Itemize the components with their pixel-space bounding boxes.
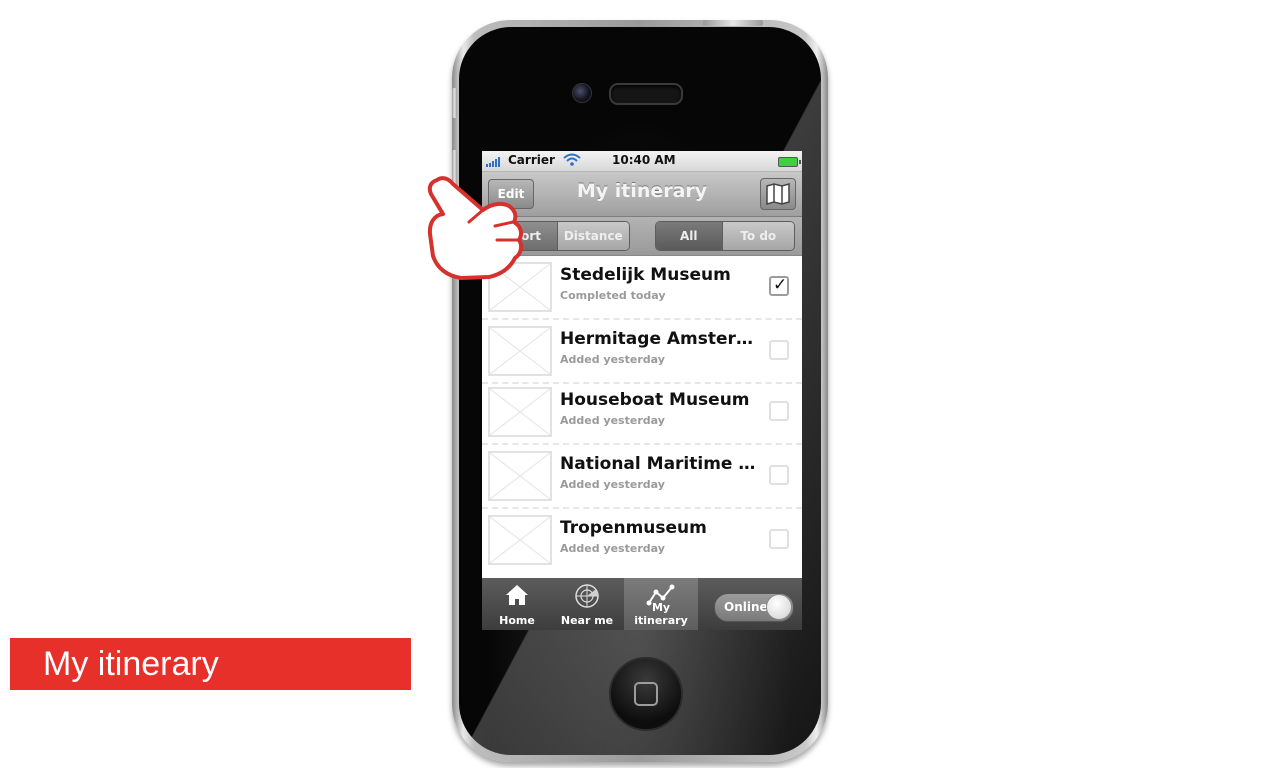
slide-label-text: My itinerary bbox=[43, 645, 219, 683]
front-camera-icon bbox=[572, 83, 592, 103]
item-subtitle: Added yesterday bbox=[560, 353, 665, 366]
item-checkbox[interactable]: ✓ bbox=[769, 275, 789, 296]
placeholder-image-icon bbox=[488, 326, 552, 376]
distance-segment[interactable]: Distance bbox=[556, 222, 629, 250]
status-time: 10:40 AM bbox=[612, 153, 676, 167]
to-do-segment[interactable]: To do bbox=[721, 222, 794, 250]
list-item[interactable]: National Maritime Museum Added yesterday bbox=[482, 445, 802, 509]
page-title: My itinerary bbox=[576, 180, 708, 202]
item-title: Stedelijk Museum bbox=[560, 265, 731, 285]
all-segment[interactable]: All bbox=[656, 222, 722, 250]
slide-label: My itinerary bbox=[10, 638, 411, 690]
mute-switch bbox=[452, 88, 457, 118]
online-toggle[interactable]: Online bbox=[714, 593, 794, 622]
battery-icon bbox=[778, 157, 801, 167]
power-button bbox=[703, 20, 763, 26]
item-subtitle: Added yesterday bbox=[560, 542, 665, 555]
carrier-name: Carrier bbox=[508, 153, 555, 167]
tab-label: Home bbox=[499, 614, 535, 627]
tab-near-me[interactable]: Near me bbox=[552, 578, 622, 630]
tab-label: Near me bbox=[560, 614, 614, 627]
status-bar: Carrier 10:40 AM bbox=[482, 151, 802, 172]
item-title: Hermitage Amsterdam bbox=[560, 329, 756, 349]
earpiece-speaker bbox=[609, 83, 683, 105]
item-subtitle: Added yesterday bbox=[560, 414, 665, 427]
item-title: Houseboat Museum bbox=[560, 390, 750, 410]
home-icon bbox=[506, 585, 528, 605]
placeholder-image-icon bbox=[488, 387, 552, 437]
radar-icon bbox=[575, 584, 599, 608]
tab-label: My itinerary bbox=[634, 601, 688, 627]
map-button[interactable] bbox=[760, 178, 796, 210]
map-icon bbox=[766, 183, 790, 205]
item-checkbox[interactable] bbox=[769, 465, 789, 485]
placeholder-image-icon bbox=[488, 515, 552, 565]
toggle-knob bbox=[766, 594, 792, 620]
tab-bar: Home Near me My itinerary Online bbox=[482, 578, 802, 630]
list-item[interactable]: Tropenmuseum Added yesterday bbox=[482, 509, 802, 571]
toggle-label: Online bbox=[724, 600, 768, 614]
pointing-hand-icon bbox=[427, 176, 524, 280]
item-checkbox[interactable] bbox=[769, 401, 789, 421]
list-item[interactable]: Houseboat Museum Added yesterday bbox=[482, 381, 802, 445]
signal-strength-icon bbox=[486, 157, 504, 167]
placeholder-image-icon bbox=[488, 451, 552, 501]
item-title: Tropenmuseum bbox=[560, 518, 707, 538]
item-subtitle: Added yesterday bbox=[560, 478, 665, 491]
item-subtitle: Completed today bbox=[560, 289, 666, 302]
home-button[interactable] bbox=[609, 657, 683, 731]
list-item[interactable]: Hermitage Amsterdam Added yesterday bbox=[482, 320, 802, 384]
item-checkbox[interactable] bbox=[769, 529, 789, 549]
checkmark-icon: ✓ bbox=[773, 275, 788, 295]
wifi-icon bbox=[563, 153, 581, 166]
view-segmented-control: All To do bbox=[655, 221, 795, 251]
tab-my-itinerary[interactable]: My itinerary bbox=[624, 578, 698, 630]
tab-home[interactable]: Home bbox=[482, 578, 552, 630]
item-checkbox[interactable] bbox=[769, 340, 789, 360]
item-title: National Maritime Museum bbox=[560, 454, 756, 474]
